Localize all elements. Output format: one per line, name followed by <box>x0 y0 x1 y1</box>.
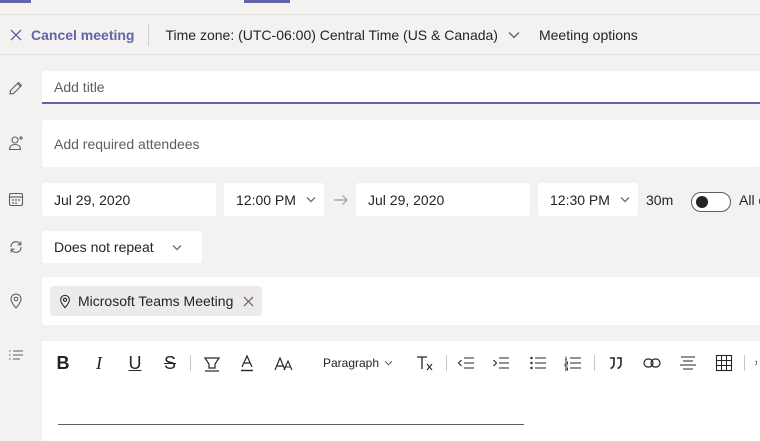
end-time-value: 12:30 PM <box>550 191 610 208</box>
toolbar-divider <box>594 355 595 371</box>
insert-table-button[interactable] <box>714 353 734 373</box>
timezone-label: Time zone: (UTC-06:00) Central Time (US … <box>165 26 498 43</box>
italic-icon: I <box>96 352 102 373</box>
font-color-button[interactable] <box>238 353 256 373</box>
toolbar-divider <box>446 355 447 371</box>
toolbar-divider <box>744 355 745 371</box>
close-icon <box>10 29 22 40</box>
start-time-value: 12:00 PM <box>236 191 296 208</box>
cancel-meeting-button[interactable]: Cancel meeting <box>0 15 134 54</box>
bulleted-list-icon <box>530 356 546 370</box>
details-list-icon <box>9 350 23 360</box>
attendees-placeholder: Add required attendees <box>54 135 200 152</box>
tab-indicator-active <box>244 0 290 3</box>
table-icon <box>715 354 733 372</box>
tab-indicator <box>0 0 31 3</box>
highlight-button[interactable] <box>202 353 222 373</box>
location-chip[interactable]: Microsoft Teams Meeting <box>50 286 263 316</box>
bold-button[interactable]: B <box>54 353 72 373</box>
strikethrough-button[interactable]: S <box>161 353 179 373</box>
bold-icon: B <box>56 352 70 373</box>
meeting-toolbar: Cancel meeting Time zone: (UTC-06:00) Ce… <box>0 15 760 55</box>
numbered-list-button[interactable] <box>563 353 583 373</box>
all-day-label: All day <box>739 192 760 208</box>
increase-indent-icon <box>493 357 509 369</box>
location-pin-icon <box>10 293 22 309</box>
calendar-icon <box>8 192 24 207</box>
formatting-toolbar: B I U S Paragraph <box>42 341 760 385</box>
quote-button[interactable] <box>607 353 625 373</box>
toolbar-divider <box>148 23 150 46</box>
end-time-dropdown[interactable]: 12:30 PM <box>538 183 638 216</box>
highlighter-icon <box>203 357 221 372</box>
numbered-list-icon <box>564 356 581 371</box>
align-icon <box>680 356 696 370</box>
strikethrough-icon: S <box>163 352 176 373</box>
insert-link-button[interactable] <box>642 353 662 373</box>
title-input[interactable]: Add title <box>42 71 760 104</box>
end-date-picker[interactable]: Jul 29, 2020 <box>356 183 530 216</box>
link-icon <box>643 358 661 368</box>
remove-chip-icon[interactable] <box>243 296 254 307</box>
cancel-meeting-label: Cancel meeting <box>31 26 135 43</box>
start-date-value: Jul 29, 2020 <box>54 191 131 208</box>
repeat-icon <box>10 241 22 253</box>
clear-formatting-button[interactable] <box>415 353 435 373</box>
chevron-down-icon <box>620 197 630 203</box>
title-placeholder: Add title <box>54 78 105 95</box>
bulleted-list-button[interactable] <box>528 353 548 373</box>
tab-strip <box>0 0 760 15</box>
timezone-dropdown[interactable]: Time zone: (UTC-06:00) Central Time (US … <box>165 15 520 54</box>
toggle-knob <box>696 196 708 208</box>
location-chip-label: Microsoft Teams Meeting <box>78 293 234 309</box>
chevron-down-icon <box>172 244 182 250</box>
end-date-value: Jul 29, 2020 <box>368 191 445 208</box>
font-size-icon <box>274 356 293 371</box>
all-day-toggle[interactable] <box>691 192 731 212</box>
more-options-button[interactable] <box>754 353 760 373</box>
meeting-options-label: Meeting options <box>538 26 638 43</box>
pencil-icon <box>9 81 23 95</box>
chevron-down-icon <box>384 360 393 366</box>
start-time-dropdown[interactable]: 12:00 PM <box>224 183 324 216</box>
paragraph-label: Paragraph <box>322 356 380 370</box>
quote-icon <box>610 357 622 370</box>
repeat-value: Does not repeat <box>54 239 154 255</box>
chevron-down-icon <box>306 197 316 203</box>
clear-formatting-icon <box>417 356 433 371</box>
duration-label: 30m <box>646 192 674 208</box>
details-editor[interactable]: B I U S Paragraph <box>42 341 760 441</box>
chevron-down-icon <box>508 31 520 38</box>
toolbar-divider <box>190 355 191 371</box>
paragraph-style-dropdown[interactable]: Paragraph <box>321 353 395 373</box>
arrow-right-icon <box>334 195 348 205</box>
underline-button[interactable]: U <box>126 353 144 373</box>
signature-divider <box>58 424 524 425</box>
decrease-indent-icon <box>457 357 474 369</box>
increase-indent-button[interactable] <box>491 353 511 373</box>
align-center-button[interactable] <box>678 353 698 373</box>
add-person-icon <box>8 136 23 151</box>
location-input[interactable]: Microsoft Teams Meeting <box>42 277 760 325</box>
font-size-button[interactable] <box>274 353 294 373</box>
more-icon <box>755 360 757 366</box>
decrease-indent-button[interactable] <box>456 353 476 373</box>
italic-button[interactable]: I <box>90 353 108 373</box>
location-pin-icon <box>60 294 70 308</box>
font-color-icon <box>241 354 253 372</box>
meeting-options-button[interactable]: Meeting options <box>539 15 638 54</box>
underline-icon: U <box>128 352 142 373</box>
start-date-picker[interactable]: Jul 29, 2020 <box>42 183 216 216</box>
attendees-input[interactable]: Add required attendees <box>42 120 760 167</box>
repeat-dropdown[interactable]: Does not repeat <box>42 231 202 263</box>
